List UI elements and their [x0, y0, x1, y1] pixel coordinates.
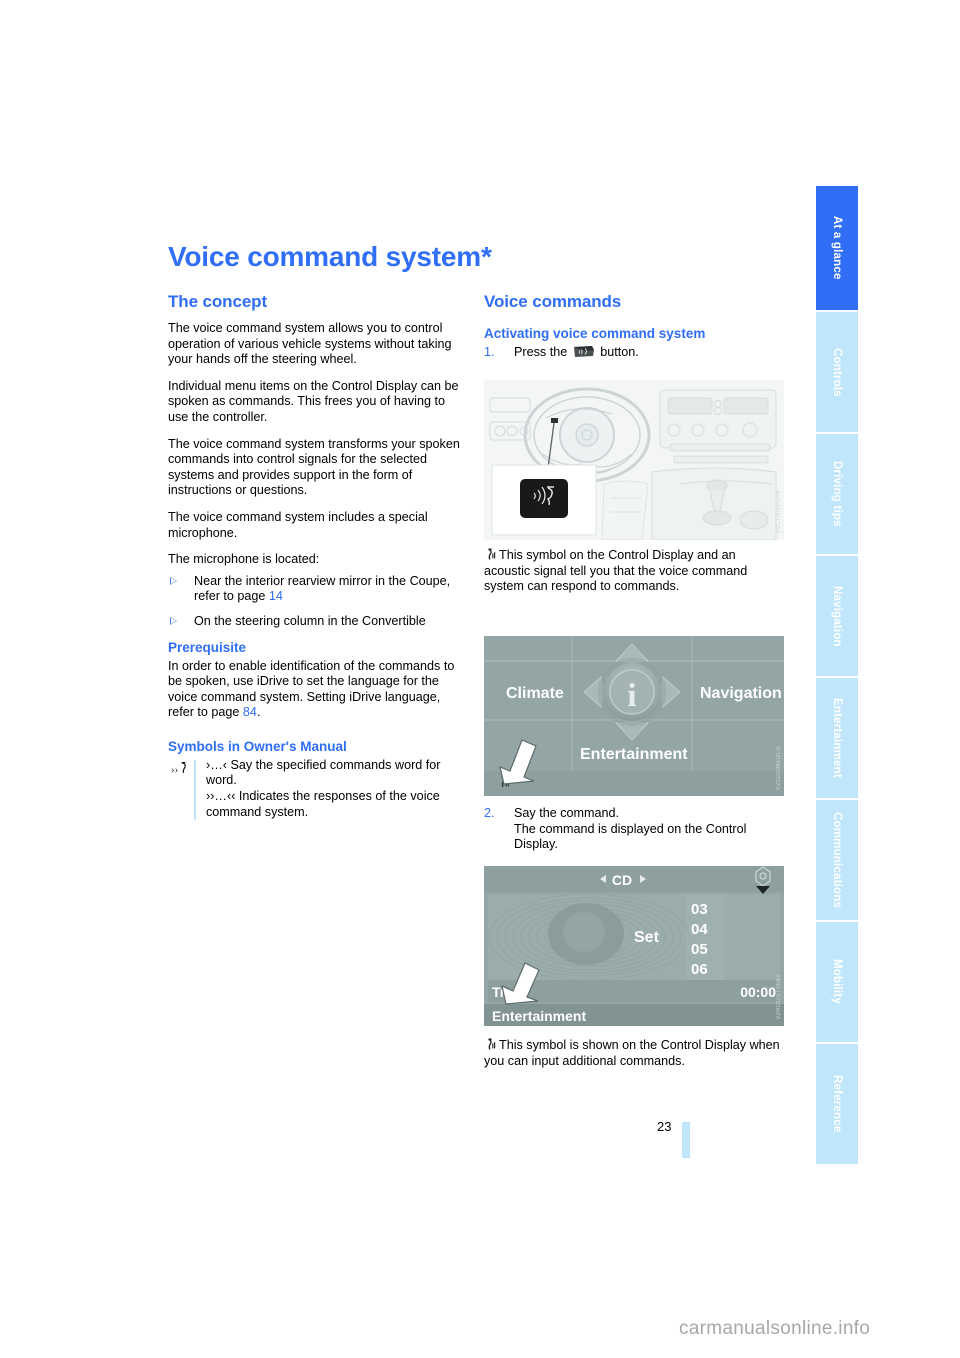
caption-additional-commands-symbol: This symbol is shown on the Control Disp… — [484, 1038, 784, 1069]
svg-text:06: 06 — [691, 961, 708, 978]
figure-image: i Climate Navigation Entertainment VZ0DD… — [484, 636, 784, 796]
tab-navigation[interactable]: Navigation — [816, 556, 858, 678]
paragraph-concept-2: Individual menu items on the Control Dis… — [168, 378, 459, 424]
subheading-activating-voice-command-system: Activating voice command system — [484, 326, 706, 341]
microphone-location-list: Near the interior rearview mirror in the… — [168, 574, 468, 630]
list-item-label: On the steering column in the Convertibl… — [194, 613, 426, 628]
callout-bar — [194, 759, 196, 821]
list-item-label: Near the interior rearview mirror in the… — [194, 573, 451, 604]
page-number: 23 — [657, 1119, 672, 1134]
step-text-after: button. — [600, 345, 639, 359]
caption-voice-symbol-explanation: This symbol on the Control Display and a… — [484, 548, 784, 595]
subheading-prerequisite: Prerequisite — [168, 639, 247, 655]
step-2: 2. Say the command. The command is displ… — [484, 806, 784, 853]
page-marker-bar — [682, 1122, 690, 1158]
svg-text:Climate: Climate — [506, 685, 564, 702]
tab-at-a-glance[interactable]: At a glance — [816, 186, 858, 312]
caption-text: This symbol on the Control Display and a… — [484, 548, 748, 594]
triangle-bullet-icon — [170, 616, 177, 625]
section-heading-the-concept: The concept — [168, 292, 268, 311]
speech-quote-icon: ›› — [171, 760, 191, 778]
paragraph-concept-3: The voice command system transforms your… — [168, 436, 460, 498]
tab-entertainment[interactable]: Entertainment — [816, 678, 858, 800]
svg-text:Set: Set — [634, 929, 660, 946]
svg-text:i: i — [627, 678, 636, 714]
page-reference-link[interactable]: 14 — [269, 589, 283, 603]
prerequisite-text-end: . — [256, 705, 261, 720]
subheading-symbols-in-manual: Symbols in Owner's Manual — [168, 738, 347, 754]
caption-text: This symbol is shown on the Control Disp… — [484, 1038, 780, 1068]
voice-active-symbol — [484, 1038, 497, 1051]
page-title: Voice command system* — [168, 240, 492, 272]
paragraph-concept-4: The voice command system includes a spec… — [168, 509, 428, 540]
paragraph-prerequisite: In order to enable identification of the… — [168, 659, 468, 721]
svg-text:Entertainment: Entertainment — [492, 1008, 586, 1024]
figure-code: VVCD4NVSH4 — [776, 489, 782, 534]
svg-text:04: 04 — [691, 921, 708, 938]
section-heading-voice-commands: Voice commands — [484, 292, 622, 311]
symbols-line-1: ›…‹ Say the specified commands word for … — [206, 757, 441, 788]
svg-text:03: 03 — [691, 901, 708, 918]
svg-text:05: 05 — [691, 941, 708, 958]
right-column: Voice commands Activating voice command … — [484, 292, 784, 369]
command-steps: 2. Say the command. The command is displ… — [484, 806, 784, 853]
figure-code: V2RDDST0661 — [776, 974, 782, 1020]
left-column: The concept The voice command system all… — [168, 292, 468, 821]
list-item: On the steering column in the Convertibl… — [168, 614, 468, 630]
step-2-line-1: Say the command. — [514, 806, 619, 820]
figure-idrive-main-menu: i Climate Navigation Entertainment VZ0DD… — [484, 636, 784, 796]
svg-text:CD: CD — [612, 872, 632, 888]
step-number: 2. — [484, 806, 495, 820]
tab-communications[interactable]: Communications — [816, 800, 858, 922]
list-item: Near the interior rearview mirror in the… — [168, 574, 468, 605]
triangle-bullet-icon — [170, 576, 177, 585]
figure-image: CD Set 03 04 05 06 Tr 00:00 Entertainmen… — [484, 866, 784, 1026]
voice-command-button-icon — [573, 345, 595, 358]
step-1: 1. Press the button. — [484, 345, 784, 361]
manual-page: Voice command system* The concept The vo… — [0, 0, 960, 1358]
tab-driving-tips[interactable]: Driving tips — [816, 434, 858, 556]
svg-text:››: ›› — [171, 764, 178, 776]
step-2-wrapper: 2. Say the command. The command is displ… — [484, 806, 784, 861]
watermark: carmanualsonline.info — [679, 1318, 871, 1339]
step-number: 1. — [484, 345, 495, 359]
step-text-before: Press the — [514, 345, 568, 359]
svg-text:00:00: 00:00 — [740, 984, 776, 1000]
activation-steps: 1. Press the button. — [484, 345, 784, 361]
figure-steering-wheel-voice-button: VVCD4NVSH4 — [484, 380, 784, 540]
tab-reference[interactable]: Reference — [816, 1044, 858, 1166]
svg-text:Entertainment: Entertainment — [580, 746, 688, 763]
step-2-line-2: The command is displayed on the Control … — [514, 821, 747, 852]
prerequisite-text: In order to enable identification of the… — [168, 658, 455, 720]
symbols-line-2: ››…‹‹ Indicates the responses of the voi… — [206, 789, 440, 819]
paragraph-microphone-location: The microphone is located: — [168, 552, 320, 567]
figure-image: VVCD4NVSH4 — [484, 380, 784, 540]
tab-controls[interactable]: Controls — [816, 312, 858, 434]
paragraph-concept-1: The voice command system allows you to c… — [168, 321, 452, 367]
symbols-callout: ›› ›…‹ Say the specified commands word f… — [168, 757, 468, 821]
figure-code: VZ0DDMEDLS — [776, 745, 782, 790]
section-tabs: At a glance Controls Driving tips Naviga… — [816, 186, 858, 1166]
tab-mobility[interactable]: Mobility — [816, 922, 858, 1044]
svg-text:Navigation: Navigation — [700, 685, 782, 702]
figure-cd-entertainment-screen: CD Set 03 04 05 06 Tr 00:00 Entertainmen… — [484, 866, 784, 1026]
page-reference-link[interactable]: 84 — [243, 705, 257, 719]
voice-active-symbol — [484, 548, 497, 561]
